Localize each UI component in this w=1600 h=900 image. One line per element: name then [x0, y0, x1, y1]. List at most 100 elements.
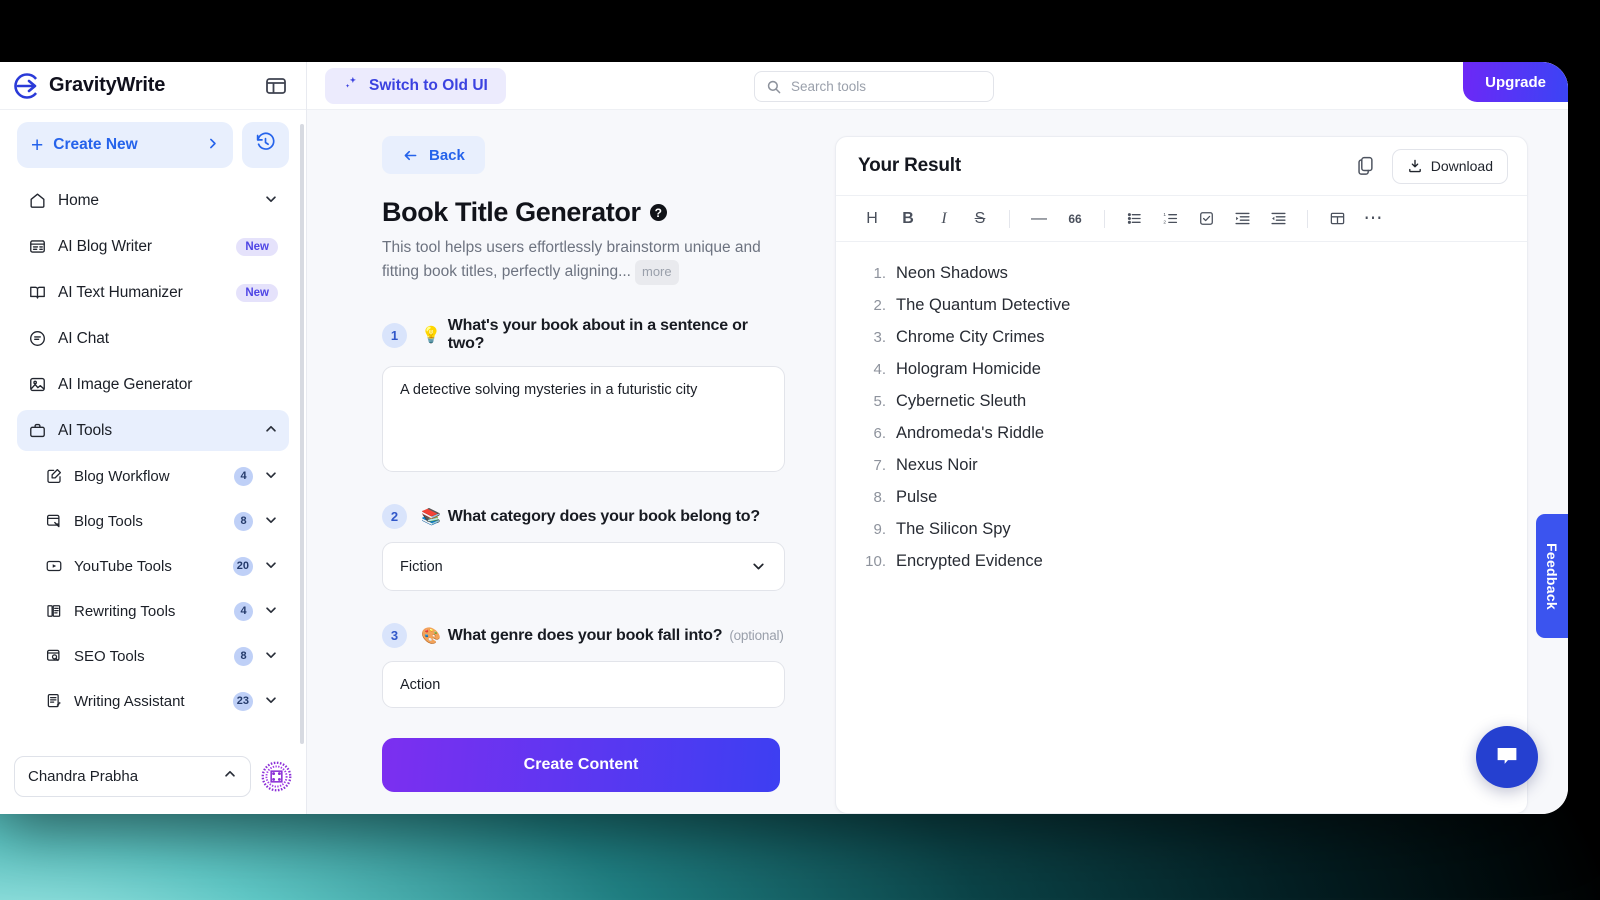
book-summary-textarea[interactable]	[382, 366, 785, 473]
sidebar-subitem-writing-assistant[interactable]: Writing Assistant 23	[17, 681, 289, 721]
chevron-down-icon[interactable]	[264, 648, 278, 665]
sidebar-subitem-youtube-tools[interactable]: YouTube Tools 20	[17, 546, 289, 586]
back-label: Back	[429, 146, 465, 164]
brand[interactable]: GravityWrite	[14, 72, 254, 99]
arrow-left-icon	[402, 147, 419, 164]
sidebar-subitem-label: Rewriting Tools	[74, 602, 176, 620]
sidebar-subitem-blog-workflow[interactable]: Blog Workflow 4	[17, 456, 289, 496]
more-button[interactable]: more	[635, 260, 679, 286]
sidebar-subitem-rewriting-tools[interactable]: Rewriting Tools 4	[17, 591, 289, 631]
history-clock-icon	[255, 132, 276, 158]
sidebar-subitem-blog-tools[interactable]: Blog Tools 8	[17, 501, 289, 541]
question-number: 1	[382, 322, 407, 348]
sidebar-header: GravityWrite	[0, 62, 306, 110]
indent-decrease-tool[interactable]	[1260, 204, 1296, 234]
question-text: 📚 What category does your book belong to…	[421, 507, 760, 527]
blockquote-tool[interactable]: 66	[1057, 204, 1093, 234]
copy-icon[interactable]	[1354, 154, 1378, 178]
switch-to-old-ui-button[interactable]: Switch to Old UI	[325, 67, 506, 104]
upgrade-button[interactable]: Upgrade	[1463, 62, 1568, 102]
chevron-up-icon[interactable]	[264, 422, 278, 439]
question-label: What category does your book belong to?	[447, 507, 760, 525]
chat-fab-button[interactable]	[1476, 726, 1538, 788]
book-icon	[28, 283, 47, 302]
genre-input[interactable]	[382, 661, 785, 709]
category-select-value: Fiction	[400, 558, 443, 575]
heading-tool[interactable]: H	[854, 204, 890, 234]
chevron-down-icon[interactable]	[264, 192, 278, 209]
toolbar-divider	[1009, 209, 1010, 228]
chevron-down-icon[interactable]	[264, 558, 278, 575]
avatar[interactable]	[261, 761, 292, 792]
horizontal-rule-tool[interactable]: —	[1021, 204, 1057, 234]
chevron-down-icon	[750, 558, 767, 575]
chevron-down-icon[interactable]	[264, 693, 278, 710]
home-icon	[28, 191, 47, 210]
sidebar-item-label: AI Chat	[58, 329, 109, 347]
sidebar-item-label: AI Text Humanizer	[58, 283, 183, 301]
list-item: 1. Neon Shadows	[858, 264, 1503, 283]
sidebar-item-ai-tools[interactable]: AI Tools	[17, 410, 289, 451]
sidebar-item-ai-image-generator[interactable]: AI Image Generator	[17, 364, 289, 405]
create-new-button[interactable]: + Create New	[17, 122, 233, 168]
search-input[interactable]	[791, 79, 982, 94]
list-item: 6. Andromeda's Riddle	[858, 424, 1503, 443]
more-options-tool[interactable]: ⋯	[1355, 204, 1391, 234]
sidebar-subitem-label: Writing Assistant	[74, 692, 185, 710]
history-button[interactable]	[242, 122, 289, 168]
pencil-square-icon	[45, 467, 63, 485]
bold-tool[interactable]: B	[890, 204, 926, 234]
search-box[interactable]	[754, 71, 994, 102]
create-content-button[interactable]: Create Content	[382, 738, 780, 793]
chevron-down-icon[interactable]	[264, 513, 278, 530]
sidebar-item-home[interactable]: Home	[17, 180, 289, 221]
checklist-tool[interactable]	[1188, 204, 1224, 234]
list-item-text: Nexus Noir	[896, 456, 978, 474]
body-area: Back Book Title Generator ? This tool he…	[307, 110, 1568, 814]
chevron-up-icon	[223, 767, 237, 786]
status-badge: New	[236, 283, 278, 302]
strikethrough-tool[interactable]: S	[962, 204, 998, 234]
italic-tool[interactable]: I	[926, 204, 962, 234]
sidebar-subitem-label: YouTube Tools	[74, 557, 172, 575]
question-label: What's your book about in a sentence or …	[447, 317, 748, 353]
sidebar-item-ai-chat[interactable]: AI Chat	[17, 318, 289, 359]
list-item-index: 4.	[873, 361, 886, 378]
bullet-list-tool[interactable]	[1116, 204, 1152, 234]
list-item-text: Neon Shadows	[896, 264, 1008, 282]
sidebar-item-label: AI Blog Writer	[58, 237, 152, 255]
download-button[interactable]: Download	[1391, 148, 1508, 184]
brand-name: GravityWrite	[49, 74, 166, 96]
chat-icon	[1492, 740, 1522, 775]
list-item-index: 3.	[873, 329, 886, 346]
switch-to-old-ui-label: Switch to Old UI	[369, 76, 488, 94]
numbered-list-tool[interactable]: 12	[1152, 204, 1188, 234]
list-item: 10. Encrypted Evidence	[858, 552, 1503, 571]
chevron-down-icon[interactable]	[264, 603, 278, 620]
user-menu-button[interactable]: Chandra Prabha	[14, 755, 251, 797]
list-item-index: 5.	[873, 393, 886, 410]
back-button[interactable]: Back	[382, 136, 485, 174]
sidebar-footer: Chandra Prabha	[0, 752, 306, 814]
sidebar-item-ai-text-humanizer[interactable]: AI Text Humanizer New	[17, 272, 289, 313]
table-tool[interactable]	[1319, 204, 1355, 234]
question-mark-icon[interactable]: ?	[649, 204, 667, 221]
list-item-text: Pulse	[896, 488, 938, 506]
sidebar-scrollbar[interactable]	[300, 124, 304, 744]
question-list: 1 💡 What's your book about in a sentence…	[382, 317, 787, 709]
sidebar-subnav: Blog Workflow 4 Blog Tools 8 YouTube Tools 20…	[17, 456, 289, 721]
panel-toggle-icon[interactable]	[264, 74, 288, 98]
question-block-3: 3 🎨 What genre does your book fall into?…	[382, 623, 787, 709]
indent-increase-tool[interactable]	[1224, 204, 1260, 234]
question-block-1: 1 💡 What's your book about in a sentence…	[382, 317, 787, 473]
feedback-tab[interactable]: Feedback	[1536, 514, 1568, 638]
category-select[interactable]: Fiction	[382, 542, 785, 592]
search-icon	[766, 79, 782, 95]
download-label: Download	[1430, 158, 1493, 174]
sidebar-subitem-seo-tools[interactable]: SEO Tools 8	[17, 636, 289, 676]
question-label-row: 3 🎨 What genre does your book fall into?…	[382, 623, 787, 649]
chevron-down-icon[interactable]	[264, 468, 278, 485]
sidebar-subitem-label: SEO Tools	[74, 647, 145, 665]
sidebar-item-ai-blog-writer[interactable]: AI Blog Writer New	[17, 226, 289, 267]
list-item-index: 10.	[865, 553, 886, 570]
